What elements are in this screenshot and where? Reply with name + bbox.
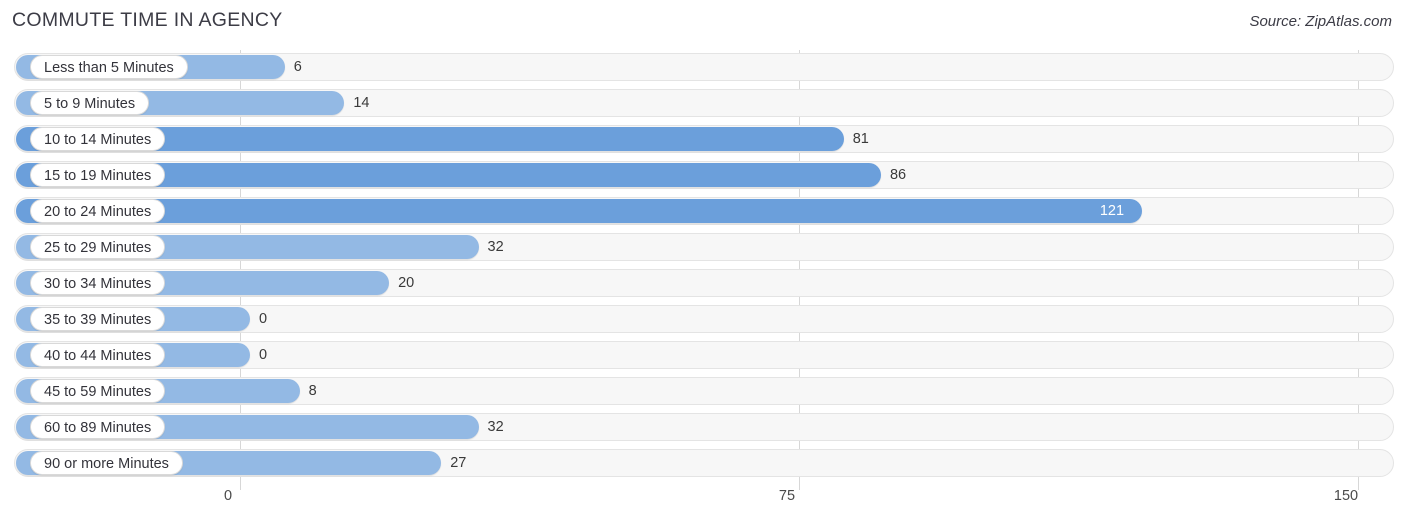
category-label: 15 to 19 Minutes [30, 163, 166, 187]
bar-row[interactable]: 40 to 44 Minutes 0 [0, 338, 1406, 374]
category-label: 20 to 24 Minutes [30, 199, 166, 223]
bar-value: 20 [398, 275, 415, 291]
axis-tick-0: 0 [223, 488, 233, 504]
bar-value: 86 [889, 167, 907, 183]
bar-row[interactable]: 10 to 14 Minutes 81 [0, 122, 1406, 158]
bar-row[interactable]: 25 to 29 Minutes 32 [0, 230, 1406, 266]
bar-row[interactable]: 20 to 24 Minutes 121 [0, 194, 1406, 230]
bar-row[interactable]: 5 to 9 Minutes 14 [0, 86, 1406, 122]
bar[interactable] [16, 199, 1142, 223]
bar-value: 6 [293, 59, 302, 75]
bar-row[interactable]: 15 to 19 Minutes 86 [0, 158, 1406, 194]
bar-row[interactable]: 90 or more Minutes 27 [0, 446, 1406, 482]
category-label: 10 to 14 Minutes [30, 127, 166, 151]
category-label: 25 to 29 Minutes [30, 235, 166, 259]
bar-value: 8 [308, 383, 317, 399]
category-label: 5 to 9 Minutes [30, 91, 150, 115]
category-label: 40 to 44 Minutes [30, 343, 166, 367]
bar-row[interactable]: 60 to 89 Minutes 32 [0, 410, 1406, 446]
category-label: 35 to 39 Minutes [30, 307, 166, 331]
bar-row[interactable]: Less than 5 Minutes 6 [0, 50, 1406, 86]
category-label: 45 to 59 Minutes [30, 379, 166, 403]
category-label: Less than 5 Minutes [30, 55, 188, 79]
page-title: COMMUTE TIME IN AGENCY [12, 9, 283, 31]
bar-row[interactable]: 35 to 39 Minutes 0 [0, 302, 1406, 338]
axis-tick-75: 75 [778, 488, 796, 504]
bar-row[interactable]: 30 to 34 Minutes 20 [0, 266, 1406, 302]
bar-value: 14 [353, 95, 370, 111]
bar-rows: Less than 5 Minutes 6 5 to 9 Minutes 14 10 t… [0, 50, 1406, 482]
x-axis: 0 75 150 [0, 486, 1406, 523]
source-attribution: Source: ZipAtlas.com [1249, 13, 1392, 30]
chart-container: COMMUTE TIME IN AGENCY Source: ZipAtlas.… [0, 0, 1406, 523]
category-label: 90 or more Minutes [30, 451, 183, 475]
bar-value: 0 [259, 347, 268, 363]
bar-value-inside: 121 [1099, 203, 1125, 219]
bar-row[interactable]: 45 to 59 Minutes 8 [0, 374, 1406, 410]
axis-tick-150: 150 [1333, 488, 1359, 504]
bar-value: 32 [487, 419, 504, 435]
bar-value: 27 [450, 455, 467, 471]
category-label: 30 to 34 Minutes [30, 271, 166, 295]
bar-value: 0 [259, 311, 268, 327]
bar-value: 32 [487, 239, 504, 255]
plot-area: Less than 5 Minutes 6 5 to 9 Minutes 14 10 t… [0, 50, 1406, 490]
bar-value: 81 [852, 131, 869, 147]
category-label: 60 to 89 Minutes [30, 415, 166, 439]
